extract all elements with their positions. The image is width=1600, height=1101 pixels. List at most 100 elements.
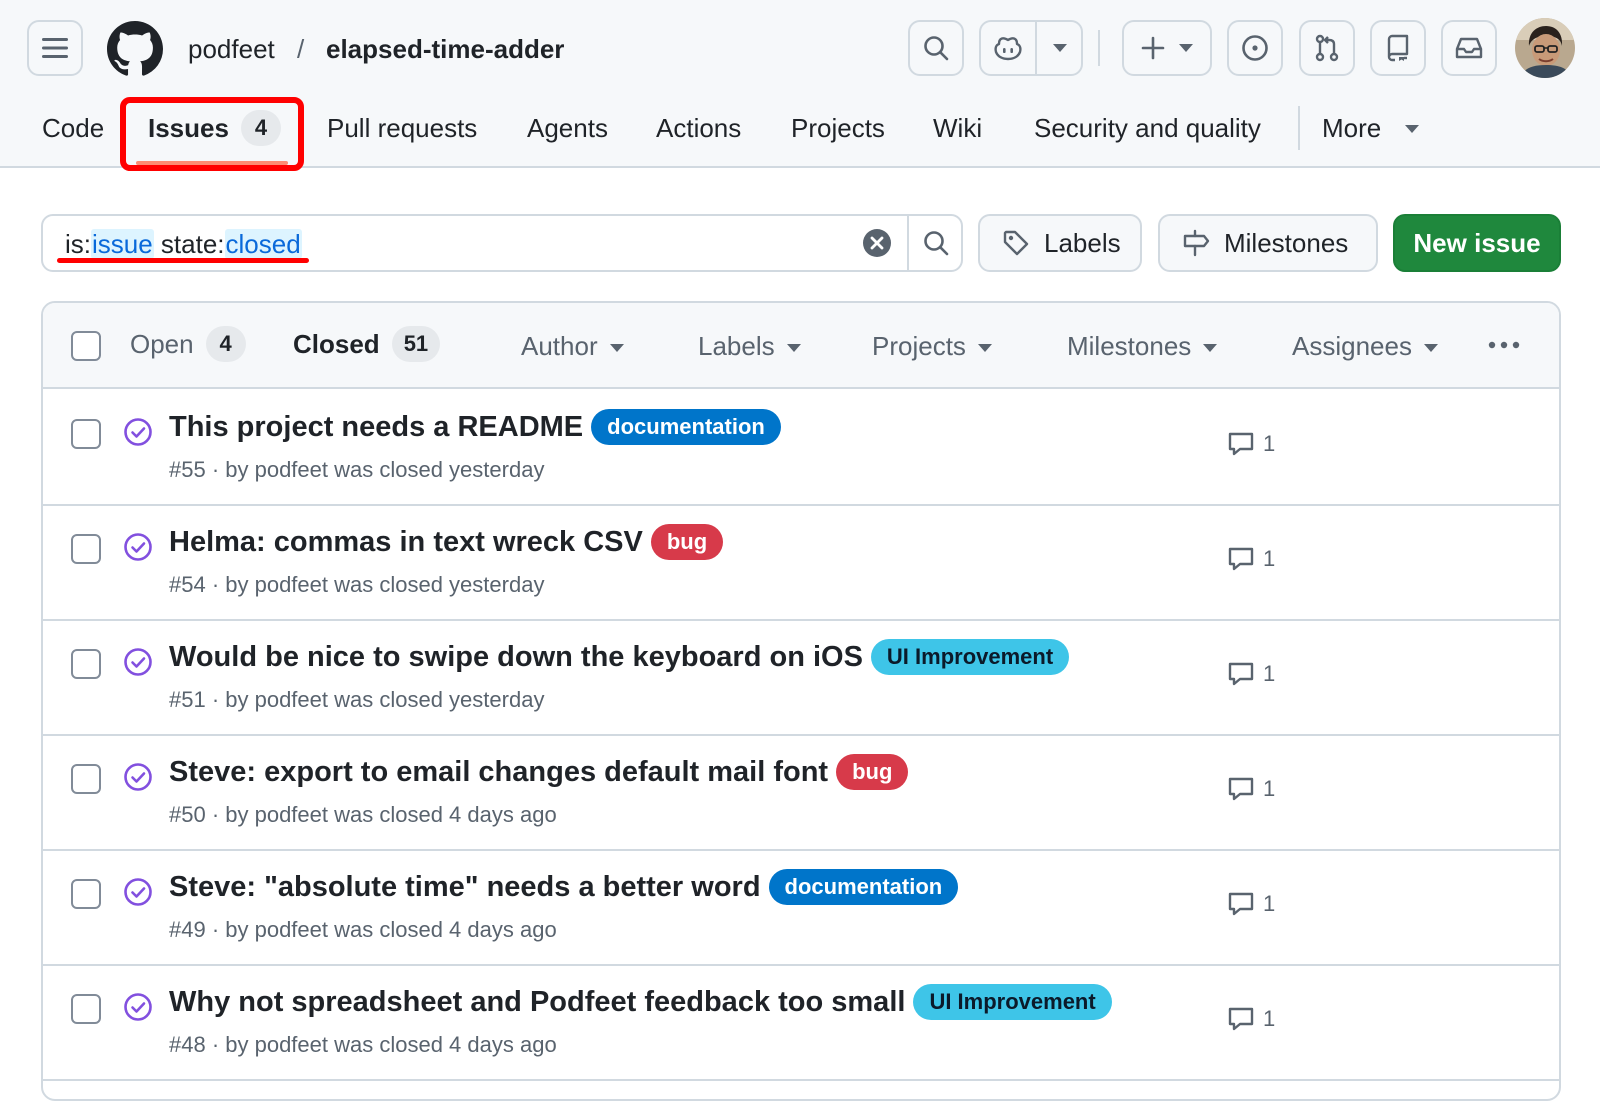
issue-comment-count: 1 [1263, 546, 1276, 571]
issue-closed-icon [124, 533, 152, 561]
issue-meta: #54 · by podfeet was closed yesterday [169, 572, 545, 597]
filter-labels[interactable]: Labels [698, 329, 801, 363]
avatar-image [1515, 18, 1575, 78]
issue-row[interactable]: Helma: commas in text wreck CSV bug #54 … [43, 504, 1559, 621]
issue-title-link[interactable]: Steve: "absolute time" needs a better wo… [169, 867, 761, 907]
filter-author[interactable]: Author [521, 329, 624, 363]
tab-security-and-quality[interactable]: Security and quality [1034, 108, 1261, 148]
repo-owner-link[interactable]: podfeet [188, 32, 275, 66]
search-qualifier-state: state: [153, 229, 225, 259]
filter-milestones[interactable]: Milestones [1067, 329, 1218, 363]
issue-title-line: Why not spreadsheet and Podfeet feedback… [169, 982, 1112, 1022]
closed-issues-tab[interactable]: Closed 51 [293, 325, 441, 363]
triangle-down-icon [1203, 344, 1218, 352]
active-tab-underline [136, 161, 288, 165]
issue-label[interactable]: bug [836, 754, 909, 790]
issue-comments-link[interactable]: 1 [1227, 1006, 1275, 1032]
comment-icon [1228, 547, 1254, 571]
issue-title-link[interactable]: This project needs a README [169, 407, 583, 447]
issue-checkbox[interactable] [71, 764, 101, 794]
open-issues-tab[interactable]: Open 4 [130, 325, 246, 363]
issue-label[interactable]: documentation [591, 409, 781, 445]
issue-closed-icon [124, 648, 152, 676]
issue-meta: #48 · by podfeet was closed 4 days ago [169, 1032, 557, 1057]
triangle-down-icon [977, 344, 992, 352]
triangle-down-icon [1423, 344, 1438, 352]
comment-icon [1228, 892, 1254, 916]
tab-code[interactable]: Code [42, 108, 104, 148]
copilot-menu-button[interactable] [1037, 22, 1083, 74]
triangle-down-icon [1405, 125, 1420, 133]
issue-comments-link[interactable]: 1 [1227, 546, 1275, 572]
issue-title-link[interactable]: Steve: export to email changes default m… [169, 752, 828, 792]
tab-pull-requests[interactable]: Pull requests [327, 108, 477, 148]
issue-checkbox[interactable] [71, 649, 101, 679]
filter-assignees[interactable]: Assignees [1292, 329, 1438, 363]
search-submit-button[interactable] [907, 214, 963, 272]
issue-label[interactable]: UI Improvement [913, 984, 1112, 1020]
issue-title-link[interactable]: Why not spreadsheet and Podfeet feedback… [169, 982, 905, 1022]
open-issues-label: Open [130, 329, 194, 359]
inbox-icon [1455, 37, 1483, 59]
search-value-issue: issue [91, 229, 154, 259]
x-circle-fill-icon[interactable] [862, 228, 892, 258]
issue-title-link[interactable]: Would be nice to swipe down the keyboard… [169, 637, 863, 677]
tab-actions[interactable]: Actions [656, 108, 741, 148]
issue-checkbox[interactable] [71, 879, 101, 909]
issue-meta: #50 · by podfeet was closed 4 days ago [169, 802, 557, 827]
issue-row[interactable]: Why not spreadsheet and Podfeet feedback… [43, 964, 1559, 1081]
milestones-button[interactable]: Milestones [1158, 214, 1378, 272]
tab-agents[interactable]: Agents [527, 108, 608, 148]
tab-issues[interactable]: Issues 4 [148, 108, 281, 148]
select-all-checkbox[interactable] [71, 331, 101, 361]
issue-checkbox[interactable] [71, 534, 101, 564]
issue-checkbox[interactable] [71, 994, 101, 1024]
open-global-navigation-button[interactable] [27, 20, 83, 76]
issues-list-header: Open 4 Closed 51 Author Labels Projects Mi… [43, 303, 1559, 389]
issue-label[interactable]: bug [650, 524, 724, 560]
issue-comments-link[interactable]: 1 [1227, 661, 1275, 687]
issue-meta: #55 · by podfeet was closed yesterday [169, 457, 545, 482]
labels-button[interactable]: Labels [978, 214, 1142, 272]
github-logo-icon[interactable] [107, 21, 163, 77]
filter-projects[interactable]: Projects [872, 329, 992, 363]
create-new-button[interactable] [1122, 20, 1212, 76]
header-divider [1098, 30, 1100, 66]
issue-label[interactable]: documentation [768, 869, 959, 905]
repo-name-link[interactable]: elapsed-time-adder [326, 32, 564, 66]
repositories-button[interactable] [1370, 20, 1426, 76]
issue-title-line: This project needs a README documentatio… [169, 407, 781, 447]
copilot-button[interactable] [981, 22, 1035, 74]
annotation-underline [57, 258, 309, 263]
new-issue-button[interactable]: New issue [1393, 214, 1561, 272]
issue-opened-icon [1242, 35, 1268, 61]
issue-row[interactable]: Steve: export to email changes default m… [43, 734, 1559, 851]
your-pull-requests-button[interactable] [1299, 20, 1355, 76]
issue-comments-link[interactable]: 1 [1227, 891, 1275, 917]
git-pull-request-icon [1315, 34, 1339, 62]
your-issues-button[interactable] [1227, 20, 1283, 76]
tab-more[interactable]: More [1322, 108, 1420, 148]
issues-list: Open 4 Closed 51 Author Labels Projects Mi… [41, 301, 1561, 1101]
filter-labels-label: Labels [698, 331, 775, 361]
plus-icon [1141, 36, 1165, 60]
kebab-horizontal-icon[interactable] [1488, 341, 1520, 349]
search-qualifier-is: is: [65, 229, 91, 259]
issue-comments-link[interactable]: 1 [1227, 776, 1275, 802]
tab-projects[interactable]: Projects [791, 108, 885, 148]
tab-wiki[interactable]: Wiki [933, 108, 982, 148]
issue-search-input[interactable]: is:issue state:closed [41, 214, 963, 272]
issue-row[interactable]: This project needs a README documentatio… [43, 389, 1559, 506]
global-search-button[interactable] [908, 20, 964, 76]
issue-row[interactable]: Would be nice to swipe down the keyboard… [43, 619, 1559, 736]
issue-checkbox[interactable] [71, 419, 101, 449]
user-avatar[interactable] [1515, 18, 1575, 78]
issue-comments-link[interactable]: 1 [1227, 431, 1275, 457]
triangle-down-icon [1179, 44, 1193, 52]
issue-label[interactable]: UI Improvement [870, 639, 1070, 675]
issue-row[interactable]: Steve: "absolute time" needs a better wo… [43, 849, 1559, 966]
issue-meta: #51 · by podfeet was closed yesterday [169, 687, 545, 712]
issue-closed-icon [124, 993, 152, 1021]
notifications-button[interactable] [1441, 20, 1497, 76]
issue-title-link[interactable]: Helma: commas in text wreck CSV [169, 522, 643, 562]
